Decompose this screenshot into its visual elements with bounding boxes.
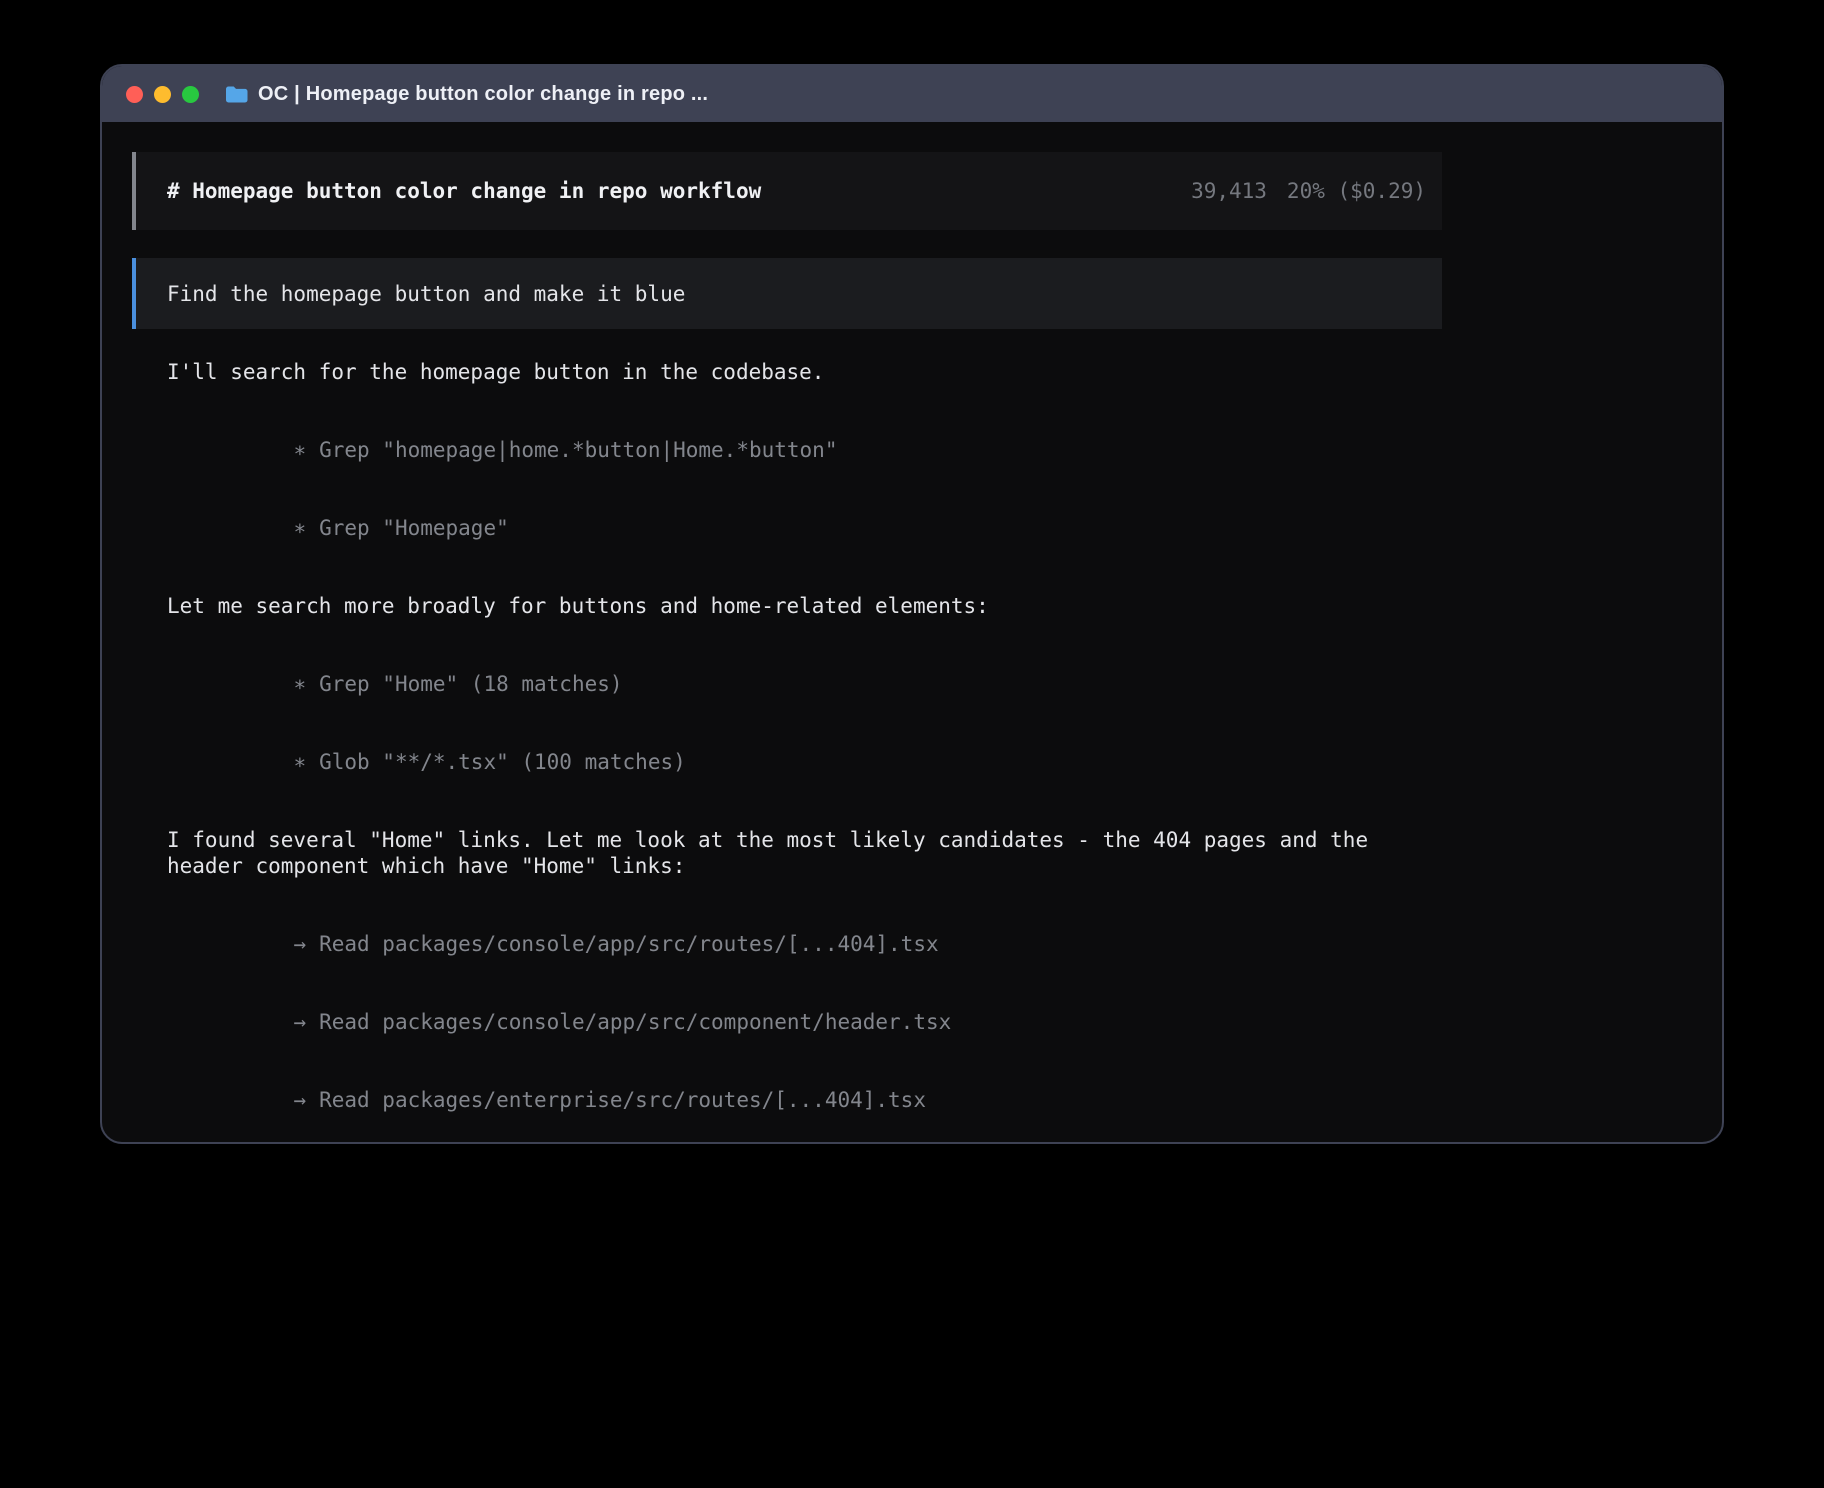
read-call-text: Read packages/console/app/src/component/… bbox=[319, 1010, 951, 1034]
asterisk-icon: ∗ bbox=[293, 516, 306, 540]
user-message: Find the homepage button and make it blu… bbox=[132, 258, 1442, 329]
tool-call: ∗ Grep "Home" (18 matches) bbox=[167, 645, 1442, 723]
zoom-button[interactable] bbox=[182, 86, 199, 103]
assistant-text: I'll search for the homepage button in t… bbox=[132, 359, 1442, 385]
window-title: OC | Homepage button color change in rep… bbox=[258, 83, 708, 106]
asterisk-icon: ∗ bbox=[293, 750, 306, 774]
tool-call-text: Grep "Home" (18 matches) bbox=[319, 672, 622, 696]
tool-call-group: ∗ Grep "homepage|home.*button|Home.*butto… bbox=[132, 411, 1442, 567]
assistant-text: Let me search more broadly for buttons a… bbox=[132, 593, 1442, 619]
session-content: # Homepage button color change in repo w… bbox=[132, 152, 1442, 1144]
asterisk-icon: ∗ bbox=[293, 438, 306, 462]
user-message-text: Find the homepage button and make it blu… bbox=[167, 281, 685, 307]
tool-call: ∗ Glob "**/*.tsx" (100 matches) bbox=[167, 723, 1442, 801]
arrow-right-icon: → bbox=[293, 1088, 306, 1112]
read-call-text: Read packages/console/app/src/routes/[..… bbox=[319, 932, 939, 956]
folder-icon bbox=[225, 85, 248, 104]
read-call: → Read packages/console/app/src/component… bbox=[167, 983, 1442, 1061]
traffic-lights bbox=[126, 86, 199, 103]
arrow-right-icon: → bbox=[293, 932, 306, 956]
session-title: # Homepage button color change in repo w… bbox=[167, 178, 761, 204]
titlebar[interactable]: OC | Homepage button color change in rep… bbox=[102, 66, 1722, 122]
read-call: → Read packages/enterprise/src/routes/[..… bbox=[167, 1061, 1442, 1139]
token-count: 39,413 bbox=[1191, 178, 1267, 204]
tool-call-group: ∗ Grep "Home" (18 matches) ∗ Glob "**/*.ts… bbox=[132, 645, 1442, 801]
read-call: → Read packages/console/app/src/routes/[.… bbox=[167, 905, 1442, 983]
assistant-text: I found several "Home" links. Let me loo… bbox=[132, 827, 1442, 879]
terminal-window: OC | Homepage button color change in rep… bbox=[100, 64, 1724, 1144]
session-stats: 39,413 20% ($0.29) bbox=[1191, 178, 1426, 204]
tool-call: ∗ Grep "homepage|home.*button|Home.*butto… bbox=[167, 411, 1442, 489]
tool-call-text: Grep "Homepage" bbox=[319, 516, 509, 540]
tool-call-text: Glob "**/*.tsx" (100 matches) bbox=[319, 750, 686, 774]
terminal-view: # Homepage button color change in repo w… bbox=[102, 122, 1722, 1144]
session-header: # Homepage button color change in repo w… bbox=[132, 152, 1442, 230]
asterisk-icon: ∗ bbox=[293, 672, 306, 696]
read-call-text: Read packages/enterprise/src/routes/[...… bbox=[319, 1088, 926, 1112]
tool-call: ∗ Grep "Homepage" bbox=[167, 489, 1442, 567]
tool-call-text: Grep "homepage|home.*button|Home.*button… bbox=[319, 438, 837, 462]
context-usage: 20% ($0.29) bbox=[1287, 178, 1426, 204]
close-button[interactable] bbox=[126, 86, 143, 103]
arrow-right-icon: → bbox=[293, 1010, 306, 1034]
read-call-group: → Read packages/console/app/src/routes/[.… bbox=[132, 905, 1442, 1139]
minimize-button[interactable] bbox=[154, 86, 171, 103]
